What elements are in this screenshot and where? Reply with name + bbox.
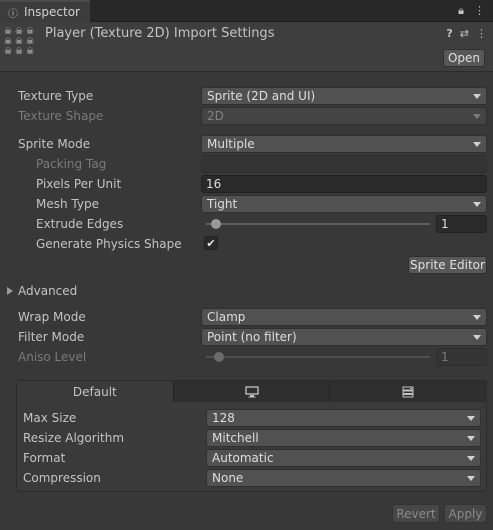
- chevron-down-icon: [467, 436, 475, 441]
- resize-algorithm-dropdown[interactable]: Mitchell: [206, 429, 481, 447]
- mesh-type-label: Mesh Type: [36, 197, 99, 211]
- help-icon[interactable]: ?: [446, 27, 452, 40]
- advanced-foldout-arrow-icon[interactable]: [7, 287, 13, 295]
- resize-algorithm-value: Mitchell: [212, 431, 259, 445]
- sprite-mode-value: Multiple: [207, 137, 255, 151]
- aniso-level-slider-thumb: [214, 352, 224, 362]
- chevron-down-icon: [473, 335, 481, 340]
- sprite-editor-button[interactable]: Sprite Editor: [408, 256, 487, 274]
- format-value: Automatic: [212, 451, 274, 465]
- packing-tag-field: [201, 155, 487, 173]
- extrude-edges-field[interactable]: 1: [436, 215, 487, 233]
- open-button[interactable]: Open: [443, 49, 485, 67]
- inspector-tab[interactable]: ⓘ Inspector: [0, 0, 90, 22]
- sprite-mode-dropdown[interactable]: Multiple: [201, 135, 487, 153]
- page-title: Player (Texture 2D) Import Settings: [45, 26, 275, 41]
- extrude-edges-slider-track[interactable]: [206, 223, 430, 225]
- tab-server[interactable]: [330, 381, 487, 402]
- chevron-down-icon: [473, 202, 481, 207]
- window-tab-bar: ⓘ Inspector 🔒︎ ⋮: [0, 0, 493, 22]
- info-icon: ⓘ: [8, 8, 18, 20]
- max-size-dropdown[interactable]: 128: [206, 409, 481, 427]
- platform-tabs: Default: [17, 381, 487, 402]
- texture-shape-value: 2D: [207, 109, 224, 123]
- compression-value: None: [212, 471, 244, 485]
- format-dropdown[interactable]: Automatic: [206, 449, 481, 467]
- chevron-down-icon: [473, 315, 481, 320]
- presets-icon[interactable]: ⇄: [460, 27, 469, 40]
- chevron-down-icon: [467, 456, 475, 461]
- menu-icon[interactable]: ⋮: [474, 4, 485, 18]
- tab-standalone[interactable]: [173, 381, 331, 402]
- monitor-icon: [244, 385, 259, 397]
- platform-settings-panel: Default Max Size 128 Resize Algorithm Mi…: [16, 380, 487, 492]
- resize-algorithm-label: Resize Algorithm: [23, 431, 125, 445]
- wrap-mode-label: Wrap Mode: [18, 310, 86, 324]
- chevron-down-icon: [473, 94, 481, 99]
- lock-icon[interactable]: 🔒︎: [458, 4, 464, 18]
- compression-dropdown[interactable]: None: [206, 469, 481, 487]
- texture-preview-icon: ☠ ☠ ☠ ☠ ☠ ☠ ☠ ☠ ☠: [4, 27, 35, 57]
- aniso-level-field: 1: [436, 348, 487, 366]
- inspector-header: ☠ ☠ ☠ ☠ ☠ ☠ ☠ ☠ ☠ Player (Texture 2D) Import S…: [0, 22, 493, 72]
- check-icon: ✔: [206, 236, 216, 250]
- extrude-edges-slider-thumb[interactable]: [211, 219, 221, 229]
- mesh-type-value: Tight: [207, 197, 238, 211]
- more-icon[interactable]: ⋮: [476, 27, 487, 40]
- tab-default-label: Default: [72, 384, 117, 399]
- texture-type-label: Texture Type: [18, 89, 94, 103]
- extrude-edges-label: Extrude Edges: [36, 217, 124, 231]
- filter-mode-dropdown[interactable]: Point (no filter): [201, 328, 487, 346]
- format-label: Format: [23, 451, 66, 465]
- filter-mode-value: Point (no filter): [207, 330, 297, 344]
- chevron-down-icon: [467, 416, 475, 421]
- compression-label: Compression: [23, 471, 101, 485]
- tab-default[interactable]: Default: [17, 381, 174, 402]
- pixels-per-unit-label: Pixels Per Unit: [36, 177, 122, 191]
- chevron-down-icon: [473, 142, 481, 147]
- sprite-mode-label: Sprite Mode: [18, 137, 91, 151]
- generate-physics-shape-checkbox[interactable]: ✔: [204, 236, 218, 250]
- texture-shape-dropdown: 2D: [201, 107, 487, 125]
- mesh-type-dropdown[interactable]: Tight: [201, 195, 487, 213]
- aniso-level-slider-track: [206, 356, 430, 358]
- filter-mode-label: Filter Mode: [18, 330, 85, 344]
- chevron-down-icon: [473, 114, 481, 119]
- packing-tag-label: Packing Tag: [36, 157, 107, 171]
- inspector-tab-label: Inspector: [24, 5, 80, 19]
- aniso-level-label: Aniso Level: [18, 350, 87, 364]
- generate-physics-shape-label: Generate Physics Shape: [36, 237, 182, 251]
- server-icon: [402, 386, 414, 397]
- texture-shape-label: Texture Shape: [18, 109, 104, 123]
- max-size-label: Max Size: [23, 411, 77, 425]
- advanced-foldout-label[interactable]: Advanced: [18, 284, 77, 298]
- apply-button[interactable]: Apply: [444, 504, 487, 523]
- texture-type-value: Sprite (2D and UI): [207, 89, 316, 103]
- wrap-mode-value: Clamp: [207, 310, 246, 324]
- chevron-down-icon: [467, 476, 475, 481]
- texture-type-dropdown[interactable]: Sprite (2D and UI): [201, 87, 487, 105]
- pixels-per-unit-field[interactable]: 16: [201, 175, 487, 193]
- revert-button[interactable]: Revert: [392, 504, 440, 523]
- max-size-value: 128: [212, 411, 235, 425]
- wrap-mode-dropdown[interactable]: Clamp: [201, 308, 487, 326]
